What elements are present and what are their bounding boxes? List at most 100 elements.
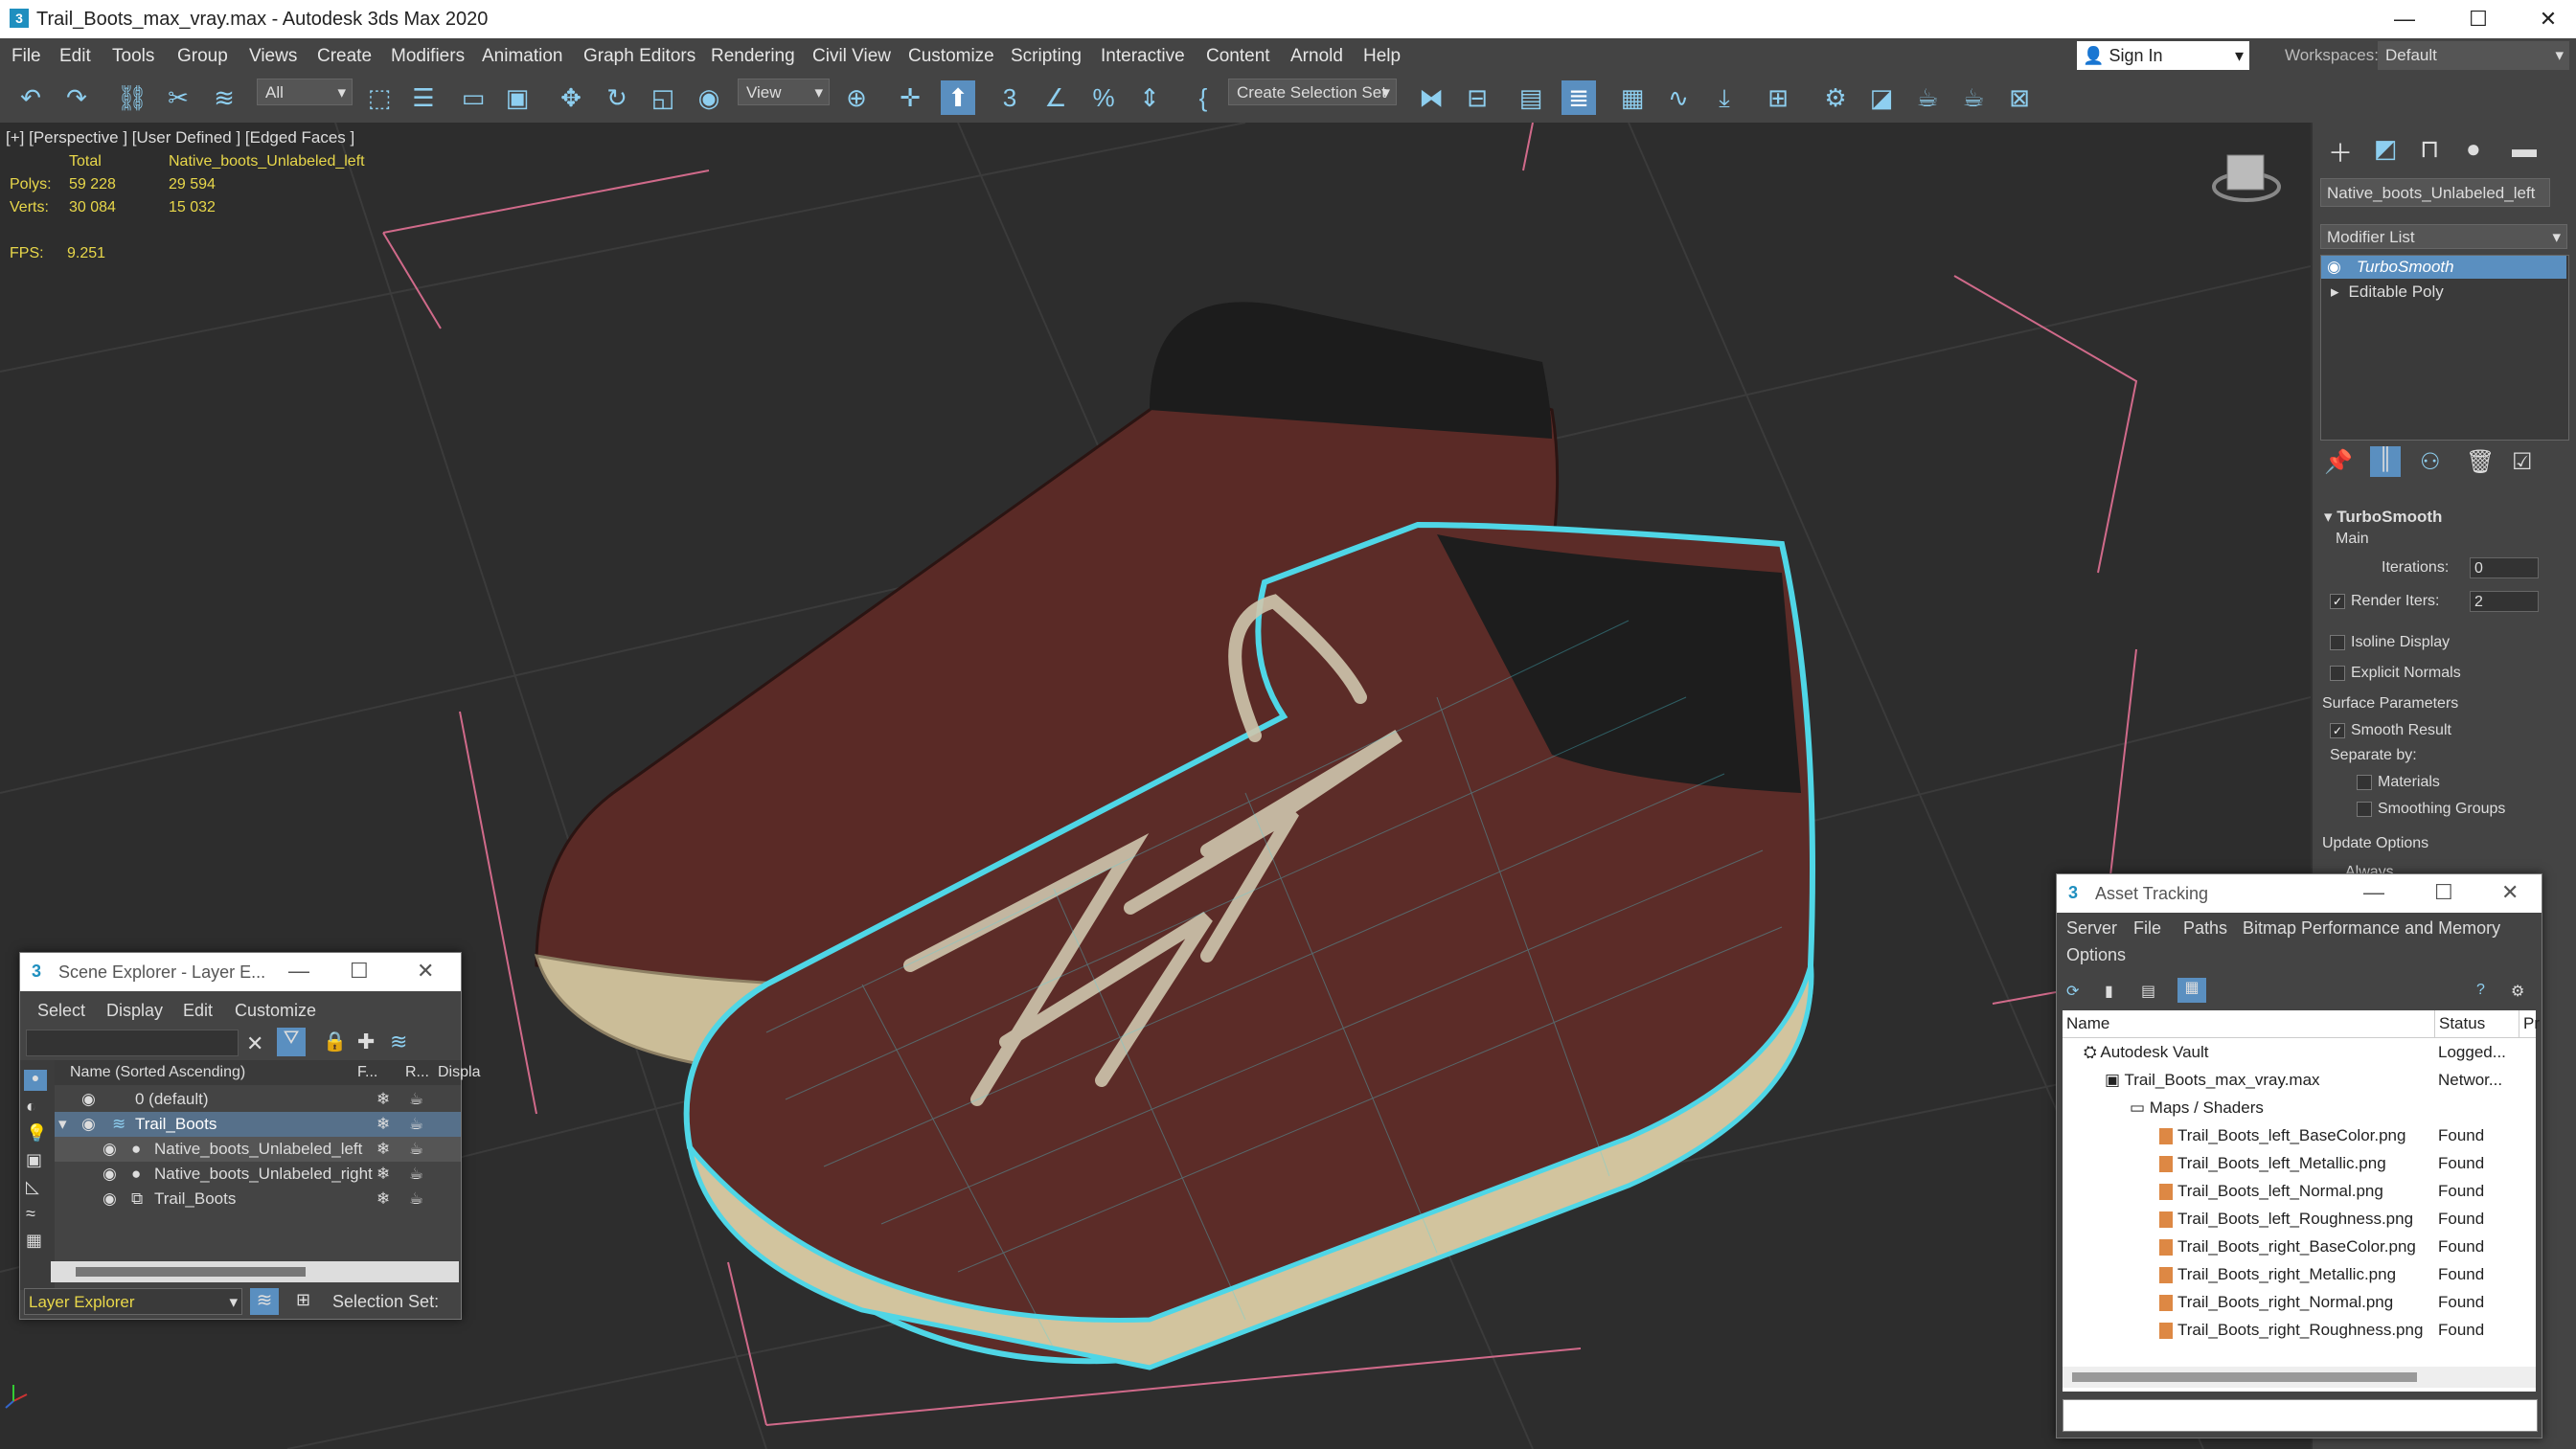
help-icon[interactable]: ? [2476, 982, 2485, 999]
remove-modifier-icon[interactable]: 🗑 [2466, 448, 2495, 476]
dope-sheet-icon[interactable]: ⤓ [1707, 80, 1742, 115]
render-frame-window-icon[interactable]: ☕ [1910, 80, 1945, 115]
display-cameras-icon[interactable]: ▣ [26, 1150, 42, 1170]
menu-modifiers[interactable]: Modifiers [391, 46, 465, 67]
workspace-dropdown[interactable]: Default ▾ [2378, 41, 2569, 70]
scene-explorer-titlebar[interactable]: 3 Scene Explorer - Layer E... — ☐ ✕ [20, 953, 461, 991]
at-menu-bitmap-performance[interactable]: Bitmap Performance and Memory [2243, 918, 2500, 939]
menu-create[interactable]: Create [317, 46, 372, 67]
place-icon[interactable]: ◉ [692, 80, 726, 115]
render-in-cloud-icon[interactable]: ⊠ [2002, 80, 2037, 115]
asset-row[interactable]: Trail_Boots_right_Metallic.png Found [2063, 1260, 2536, 1288]
link-icon[interactable]: ⛓ [115, 80, 149, 115]
eye-icon[interactable]: ◉ [2327, 258, 2341, 276]
at-menu-server[interactable]: Server [2066, 918, 2117, 939]
asset-tracking-titlebar[interactable]: 3 Asset Tracking — ☐ ✕ [2057, 874, 2542, 913]
iterations-spinner[interactable]: 0 [2470, 557, 2539, 578]
teapot-icon[interactable]: ☕ [409, 1187, 423, 1211]
schematic-view-icon[interactable]: ⊞ [1761, 80, 1795, 115]
pin-stack-icon[interactable]: 📌 [2324, 448, 2353, 476]
viewcube-icon[interactable] [2212, 154, 2281, 202]
se-horizontal-scrollbar[interactable] [51, 1261, 459, 1282]
menu-animation[interactable]: Animation [482, 46, 563, 67]
render-setup-icon[interactable]: ◪ [1864, 80, 1899, 115]
at-menu-file[interactable]: File [2133, 918, 2161, 939]
menu-rendering[interactable]: Rendering [711, 46, 795, 67]
freeze-icon[interactable]: ❄ [376, 1187, 390, 1211]
window-crossing-icon[interactable]: ▣ [500, 80, 535, 115]
column-renderable[interactable]: R... [405, 1060, 429, 1085]
menu-group[interactable]: Group [177, 46, 228, 67]
pivot-center-icon[interactable]: ⊕ [839, 80, 874, 115]
display-helpers-icon[interactable]: ◺ [26, 1177, 39, 1197]
tree-row[interactable]: ◉ ● Native_boots_Unlabeled_left ❄ ☕ [55, 1137, 461, 1162]
mirror-icon[interactable]: ⧓ [1414, 80, 1448, 115]
se-search-input[interactable] [26, 1030, 239, 1056]
asset-row[interactable]: Trail_Boots_left_BaseColor.png Found [2063, 1121, 2536, 1149]
column-name[interactable]: Name [2066, 1010, 2109, 1037]
freeze-icon[interactable]: ❄ [376, 1162, 390, 1187]
asset-path-field[interactable] [2063, 1399, 2538, 1432]
eye-icon[interactable]: ◉ [81, 1112, 96, 1137]
select-object-icon[interactable]: ⬚ [362, 80, 397, 115]
asset-row[interactable]: ⛭ Autodesk Vault Logged... [2063, 1038, 2536, 1066]
eye-icon[interactable]: ◉ [103, 1187, 117, 1211]
bind-space-warp-icon[interactable]: ≋ [207, 80, 241, 115]
column-frozen[interactable]: F... [357, 1060, 377, 1085]
freeze-icon[interactable]: ❄ [376, 1112, 390, 1137]
at-menu-paths[interactable]: Paths [2183, 918, 2227, 939]
teapot-icon[interactable]: ☕ [409, 1137, 423, 1162]
scene-explorer-toggle-icon[interactable]: ▤ [1514, 80, 1548, 115]
minimize-button[interactable]: — [2385, 4, 2424, 34]
make-unique-icon[interactable]: ⚇ [2420, 448, 2441, 476]
layers-icon[interactable]: ≋ [390, 1030, 407, 1054]
smoothing-groups-checkbox[interactable]: Smoothing Groups [2357, 801, 2505, 818]
menu-tools[interactable]: Tools [112, 46, 154, 67]
freeze-icon[interactable]: ❄ [376, 1087, 390, 1112]
eye-icon[interactable]: ◉ [103, 1162, 117, 1187]
spinner-snap-icon[interactable]: ⇕ [1132, 80, 1167, 115]
motion-tab-icon[interactable]: ● [2466, 134, 2481, 164]
menu-interactive[interactable]: Interactive [1101, 46, 1185, 67]
close-button[interactable]: ✕ [2529, 4, 2567, 34]
explorer-type-dropdown[interactable]: Layer Explorer ▾ [24, 1288, 242, 1315]
asset-row[interactable]: Trail_Boots_right_Roughness.png Found [2063, 1316, 2536, 1344]
render-iters-checkbox[interactable]: ✓ Render Iters: [2330, 593, 2439, 610]
menu-edit[interactable]: Edit [59, 46, 91, 67]
align-icon[interactable]: ⊟ [1460, 80, 1494, 115]
menu-help[interactable]: Help [1363, 46, 1401, 67]
se-menu-select[interactable]: Select [37, 1001, 85, 1021]
modifier-list-dropdown[interactable]: Modifier List ▾ [2320, 224, 2567, 249]
se-menu-display[interactable]: Display [106, 1001, 163, 1021]
menu-civil-view[interactable]: Civil View [812, 46, 891, 67]
filter-icon[interactable]: ⛛ [277, 1028, 306, 1056]
asset-row[interactable]: Trail_Boots_left_Normal.png Found [2063, 1177, 2536, 1205]
column-name[interactable]: Name (Sorted Ascending) [70, 1060, 245, 1085]
modify-tab-icon[interactable]: ◩ [2374, 134, 2398, 164]
at-horizontal-scrollbar[interactable] [2063, 1367, 2536, 1388]
minimize-button[interactable]: — [2363, 880, 2384, 905]
hierarchy-tab-icon[interactable]: ⊓ [2420, 134, 2439, 164]
maximize-button[interactable]: ☐ [350, 959, 369, 984]
snaps-toggle-icon[interactable]: 3 [992, 80, 1027, 115]
viewport-label[interactable]: [+] [Perspective ] [User Defined ] [Edge… [6, 128, 354, 147]
select-by-name-icon[interactable]: ☰ [406, 80, 441, 115]
tree-row[interactable]: ◉ 0 (default) ❄ ☕ [55, 1087, 461, 1112]
material-editor-icon[interactable]: ⚙ [1818, 80, 1853, 115]
teapot-icon[interactable]: ☕ [409, 1087, 423, 1112]
asset-row[interactable]: ▭ Maps / Shaders [2063, 1094, 2536, 1121]
isoline-display-checkbox[interactable]: Isoline Display [2330, 634, 2450, 651]
show-end-result-icon[interactable]: ║ [2370, 446, 2401, 477]
display-lights-icon[interactable]: 💡 [26, 1123, 47, 1143]
eye-icon[interactable]: ◉ [103, 1137, 117, 1162]
menu-content[interactable]: Content [1206, 46, 1270, 67]
at-menu-options[interactable]: Options [2066, 945, 2126, 965]
maximize-button[interactable]: ☐ [2459, 4, 2497, 34]
asset-row[interactable]: Trail_Boots_right_BaseColor.png Found [2063, 1233, 2536, 1260]
column-path[interactable]: Pr [2519, 1010, 2540, 1037]
explicit-normals-checkbox[interactable]: Explicit Normals [2330, 665, 2461, 682]
toggle-ribbon-icon[interactable]: ▦ [1615, 80, 1650, 115]
display-spacewarps-icon[interactable]: ≈ [26, 1204, 35, 1224]
se-menu-edit[interactable]: Edit [183, 1001, 213, 1021]
scale-icon[interactable]: ◱ [646, 80, 680, 115]
